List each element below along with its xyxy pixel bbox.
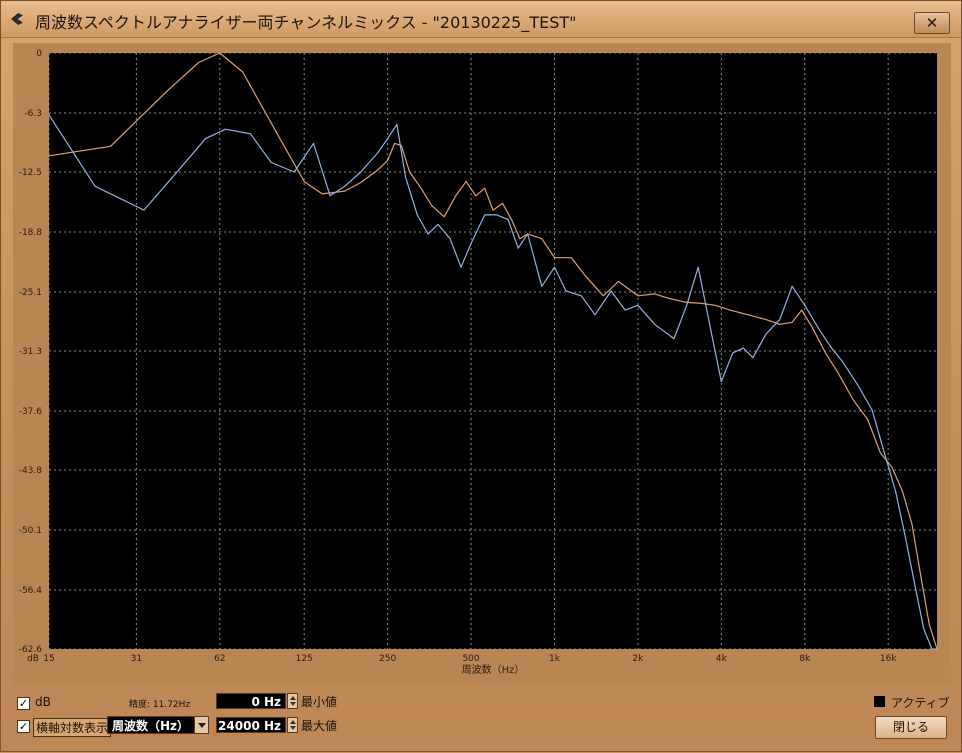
x-tick-label: 8k (799, 654, 811, 664)
controls-panel: ✓ dB 精度: 11.72Hz 0 Hz 最小値 ✓ 横軸対数表示 周波数（H… (1, 685, 962, 753)
min-value-label: 最小値 (301, 695, 338, 709)
min-frequency-input[interactable]: 0 Hz (216, 693, 286, 709)
x-tick-label: 4k (716, 654, 728, 664)
log-axis-checkbox[interactable]: ✓ (17, 720, 30, 733)
min-frequency-spinner[interactable] (287, 693, 298, 709)
x-tick-label: 2k (632, 654, 644, 664)
y-tick-label: -43.8 (19, 466, 43, 476)
db-label: dB (35, 695, 51, 709)
active-label: アクティブ (891, 696, 950, 710)
x-tick-label: 500 (462, 654, 479, 664)
y-tick-label: -12.5 (19, 168, 42, 178)
y-tick-label: -25.1 (19, 288, 42, 298)
db-checkbox[interactable]: ✓ (17, 697, 30, 710)
y-tick-label: -18.8 (19, 228, 43, 238)
max-frequency-input[interactable]: 24000 Hz (216, 717, 286, 733)
chevron-down-icon[interactable] (194, 717, 208, 733)
x-tick-label: 31 (131, 654, 142, 664)
y-tick-label: 0 (36, 49, 42, 59)
axis-unit-select-value: 周波数（Hz） (112, 719, 190, 733)
title-bar[interactable]: 周波数スペクトルアナライザー両チャンネルミックス - "20130225_TES… (1, 1, 961, 38)
plot-area: 15 31 62 125 250 500 1k 2k 4k 8k 16k 0 -6.3 -12.5 -18.… (13, 43, 951, 685)
close-window-button[interactable]: ✕ (914, 12, 950, 34)
y-tick-label: -37.6 (19, 407, 43, 417)
x-tick-label: 16k (880, 654, 897, 664)
x-tick-label: 250 (379, 654, 396, 664)
spectrum-analyzer-window: 周波数スペクトルアナライザー両チャンネルミックス - "20130225_TES… (0, 0, 962, 752)
x-tick-label: 125 (296, 654, 313, 664)
axis-unit-select[interactable]: 周波数（Hz） (107, 716, 209, 734)
max-frequency-spinner[interactable] (287, 717, 298, 733)
x-tick-label: 62 (214, 654, 225, 664)
active-checkbox[interactable] (874, 696, 885, 707)
y-tick-label: -6.3 (24, 109, 42, 119)
y-tick-label: -56.4 (19, 586, 43, 596)
window-title: 周波数スペクトルアナライザー両チャンネルミックス - "20130225_TES… (35, 13, 577, 32)
x-tick-label: 1k (549, 654, 561, 664)
resolution-text: 精度: 11.72Hz (129, 700, 191, 710)
spectrum-chart: 15 31 62 125 250 500 1k 2k 4k 8k 16k 0 -6.3 -12.5 -18.… (19, 49, 938, 676)
y-tick-label: -50.1 (19, 526, 42, 536)
x-axis-label: 周波数（Hz） (462, 663, 525, 676)
log-axis-label: 横軸対数表示 (33, 718, 112, 737)
y-axis-label: dB (27, 654, 39, 664)
plot-background (49, 53, 937, 649)
close-button[interactable]: 閉じる (875, 716, 947, 739)
y-tick-label: -31.3 (19, 347, 42, 357)
app-icon (11, 13, 23, 25)
max-value-label: 最大値 (301, 719, 338, 733)
x-tick-label: 15 (43, 654, 54, 664)
